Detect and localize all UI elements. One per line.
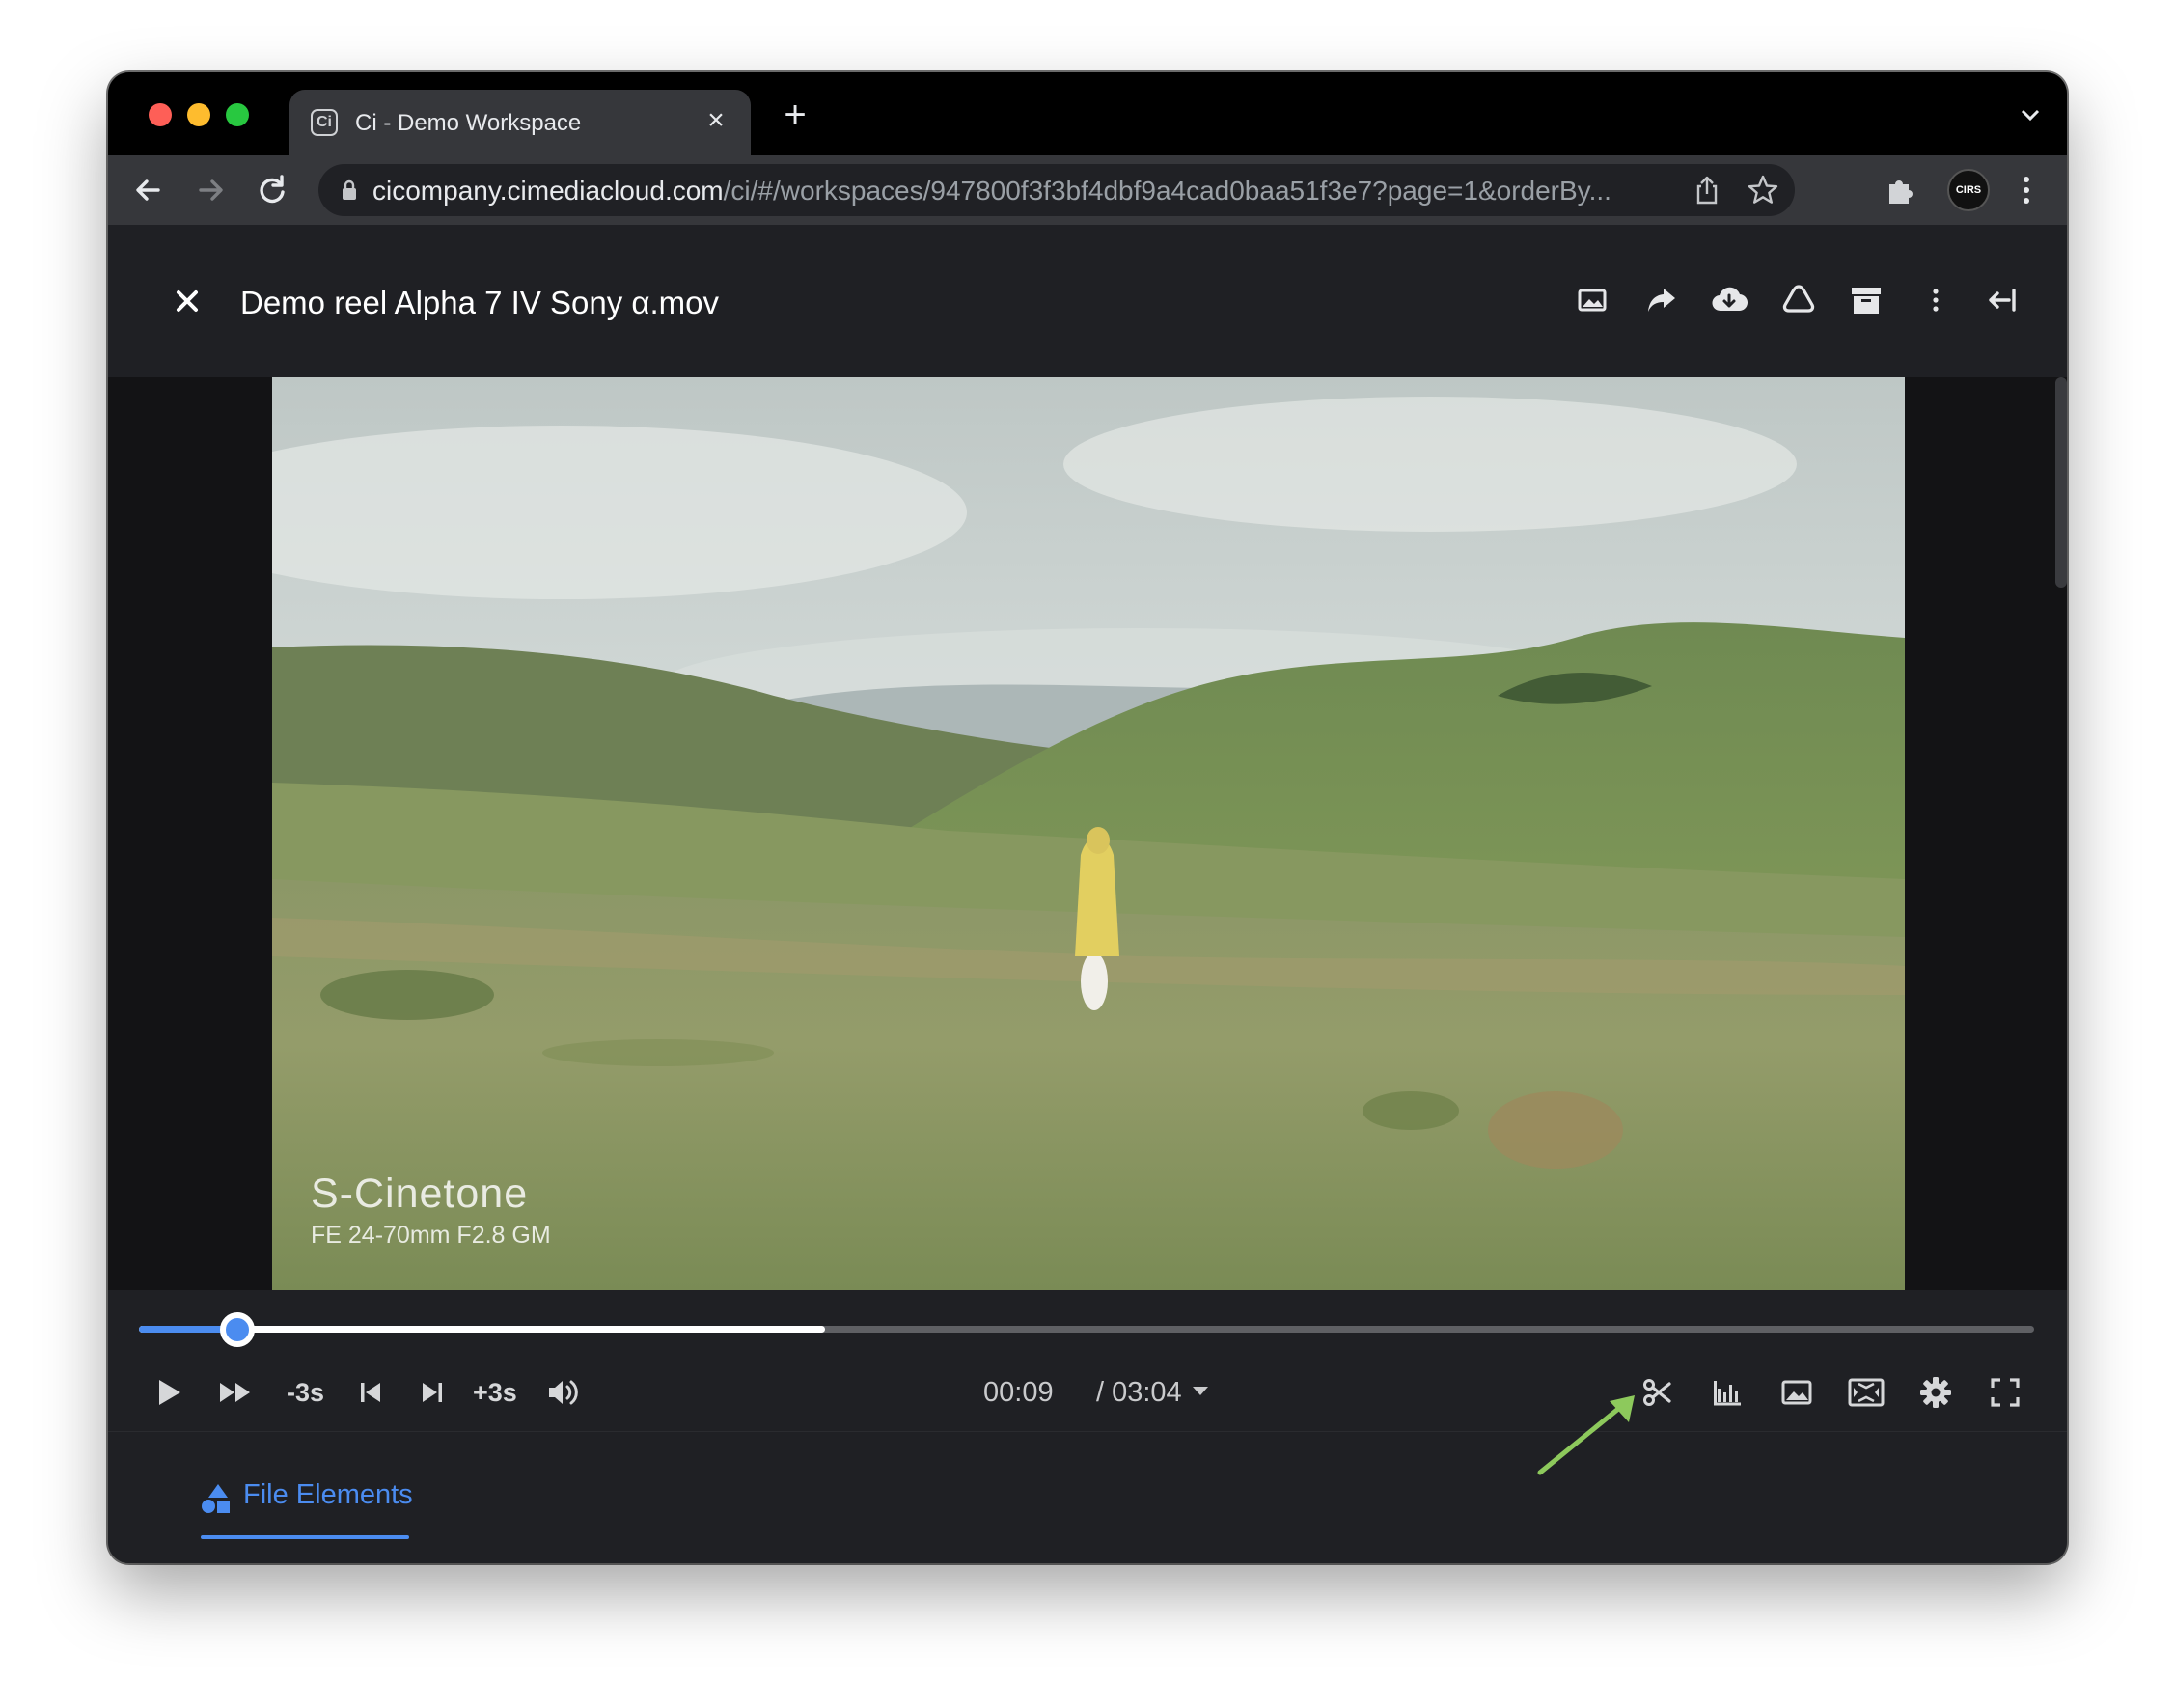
forward-button[interactable]: [189, 169, 232, 211]
profile-avatar[interactable]: CIRS: [1947, 169, 1990, 211]
details-panel: File Elements: [108, 1431, 2067, 1563]
new-tab-button[interactable]: +: [774, 94, 816, 136]
viewer-header: Demo reel Alpha 7 IV Sony α.mov: [108, 225, 2067, 377]
aspect-ratio-button[interactable]: [1845, 1371, 1887, 1414]
image-icon: [1781, 1380, 1812, 1405]
skip-next-icon: [423, 1383, 442, 1402]
total-time[interactable]: / 03:04: [1096, 1377, 1182, 1409]
time-format-dropdown-icon[interactable]: [1193, 1387, 1208, 1395]
tab-file-elements-label: File Elements: [243, 1479, 413, 1510]
thumbnail-button[interactable]: [1776, 1371, 1818, 1414]
close-viewer-icon[interactable]: [168, 282, 206, 320]
settings-button[interactable]: [1914, 1371, 1957, 1414]
audio-levels-button[interactable]: [1706, 1371, 1748, 1414]
video-viewer: S-Cinetone FE 24-70mm F2.8 GM: [108, 377, 2067, 1290]
caption-sub: FE 24-70mm F2.8 GM: [311, 1222, 551, 1249]
aspect-ratio-icon: [1848, 1378, 1885, 1407]
next-frame-button[interactable]: [411, 1371, 454, 1414]
tab-close-icon[interactable]: ×: [699, 103, 733, 138]
caption-main: S-Cinetone: [311, 1171, 529, 1217]
bookmark-star-icon[interactable]: [1747, 174, 1779, 207]
play-icon: [159, 1380, 180, 1405]
file-title: Demo reel Alpha 7 IV Sony α.mov: [240, 285, 719, 320]
video-still-landscape: [272, 377, 1905, 1290]
video-frame[interactable]: S-Cinetone FE 24-70mm F2.8 GM: [272, 377, 1905, 1290]
image-icon[interactable]: [1571, 279, 1613, 321]
gear-icon: [1920, 1377, 1951, 1408]
fast-forward-icon: [220, 1383, 250, 1402]
tab-strip: Ci Ci - Demo Workspace × +: [108, 72, 2067, 155]
player-controls: -3s +3s 00:09 / 03:04: [108, 1290, 2067, 1431]
seek-bar[interactable]: [139, 1312, 2034, 1347]
active-tab-indicator: [201, 1535, 409, 1539]
viewer-scrollbar[interactable]: [2055, 377, 2067, 588]
browser-window: Ci Ci - Demo Workspace × + cicompany.cim…: [108, 72, 2067, 1563]
arrow-left-icon: [136, 179, 160, 201]
drive-icon[interactable]: [1777, 279, 1820, 321]
cloud-download-icon[interactable]: [1708, 279, 1750, 321]
forward-3s-button[interactable]: +3s: [473, 1371, 517, 1414]
url-text[interactable]: cicompany.cimediacloud.com/ci/#/workspac…: [372, 176, 1611, 207]
seek-handle[interactable]: [220, 1312, 256, 1347]
browser-toolbar: cicompany.cimediacloud.com/ci/#/workspac…: [108, 155, 2067, 225]
address-bar[interactable]: cicompany.cimediacloud.com/ci/#/workspac…: [318, 164, 1795, 216]
volume-button[interactable]: [542, 1371, 585, 1414]
tab-title: Ci - Demo Workspace: [355, 110, 582, 136]
shapes-icon: [201, 1482, 232, 1520]
fast-forward-button[interactable]: [214, 1371, 257, 1414]
play-button[interactable]: [147, 1371, 189, 1414]
video-caption: S-Cinetone FE 24-70mm F2.8 GM: [311, 1171, 551, 1250]
previous-frame-button[interactable]: [349, 1371, 392, 1414]
fullscreen-icon: [1991, 1378, 2020, 1407]
reload-button[interactable]: [251, 169, 293, 211]
maximize-window-button[interactable]: [226, 103, 249, 126]
tab-favicon-icon: Ci: [311, 109, 338, 136]
volume-icon: [549, 1380, 578, 1405]
share-icon[interactable]: [1640, 279, 1683, 321]
url-host: cicompany.cimediacloud.com: [372, 176, 724, 206]
fullscreen-button[interactable]: [1984, 1371, 2026, 1414]
more-vert-icon[interactable]: [1914, 279, 1957, 321]
archive-icon[interactable]: [1845, 279, 1887, 321]
minimize-window-button[interactable]: [187, 103, 210, 126]
arrow-right-icon: [199, 179, 223, 201]
collapse-panel-icon[interactable]: [1980, 279, 2023, 321]
bar-chart-icon: [1714, 1381, 1741, 1406]
url-path: /ci/#/workspaces/947800f3f3bf4dbf9a4cad0…: [723, 176, 1611, 206]
tab-list-chevron-icon[interactable]: [2013, 97, 2048, 132]
current-time: 00:09: [983, 1377, 1054, 1408]
back-button[interactable]: [127, 169, 170, 211]
skip-previous-icon: [361, 1383, 380, 1402]
share-page-icon[interactable]: [1691, 174, 1723, 207]
annotation-arrow: [1537, 1395, 1635, 1475]
lock-icon[interactable]: [340, 179, 359, 206]
rewind-3s-button[interactable]: -3s: [287, 1371, 324, 1414]
reload-icon: [260, 175, 285, 204]
browser-tab-active[interactable]: Ci Ci - Demo Workspace ×: [289, 90, 751, 155]
close-window-button[interactable]: [149, 103, 172, 126]
browser-menu-icon[interactable]: [2007, 171, 2046, 209]
extensions-puzzle-icon[interactable]: [1882, 171, 1920, 209]
